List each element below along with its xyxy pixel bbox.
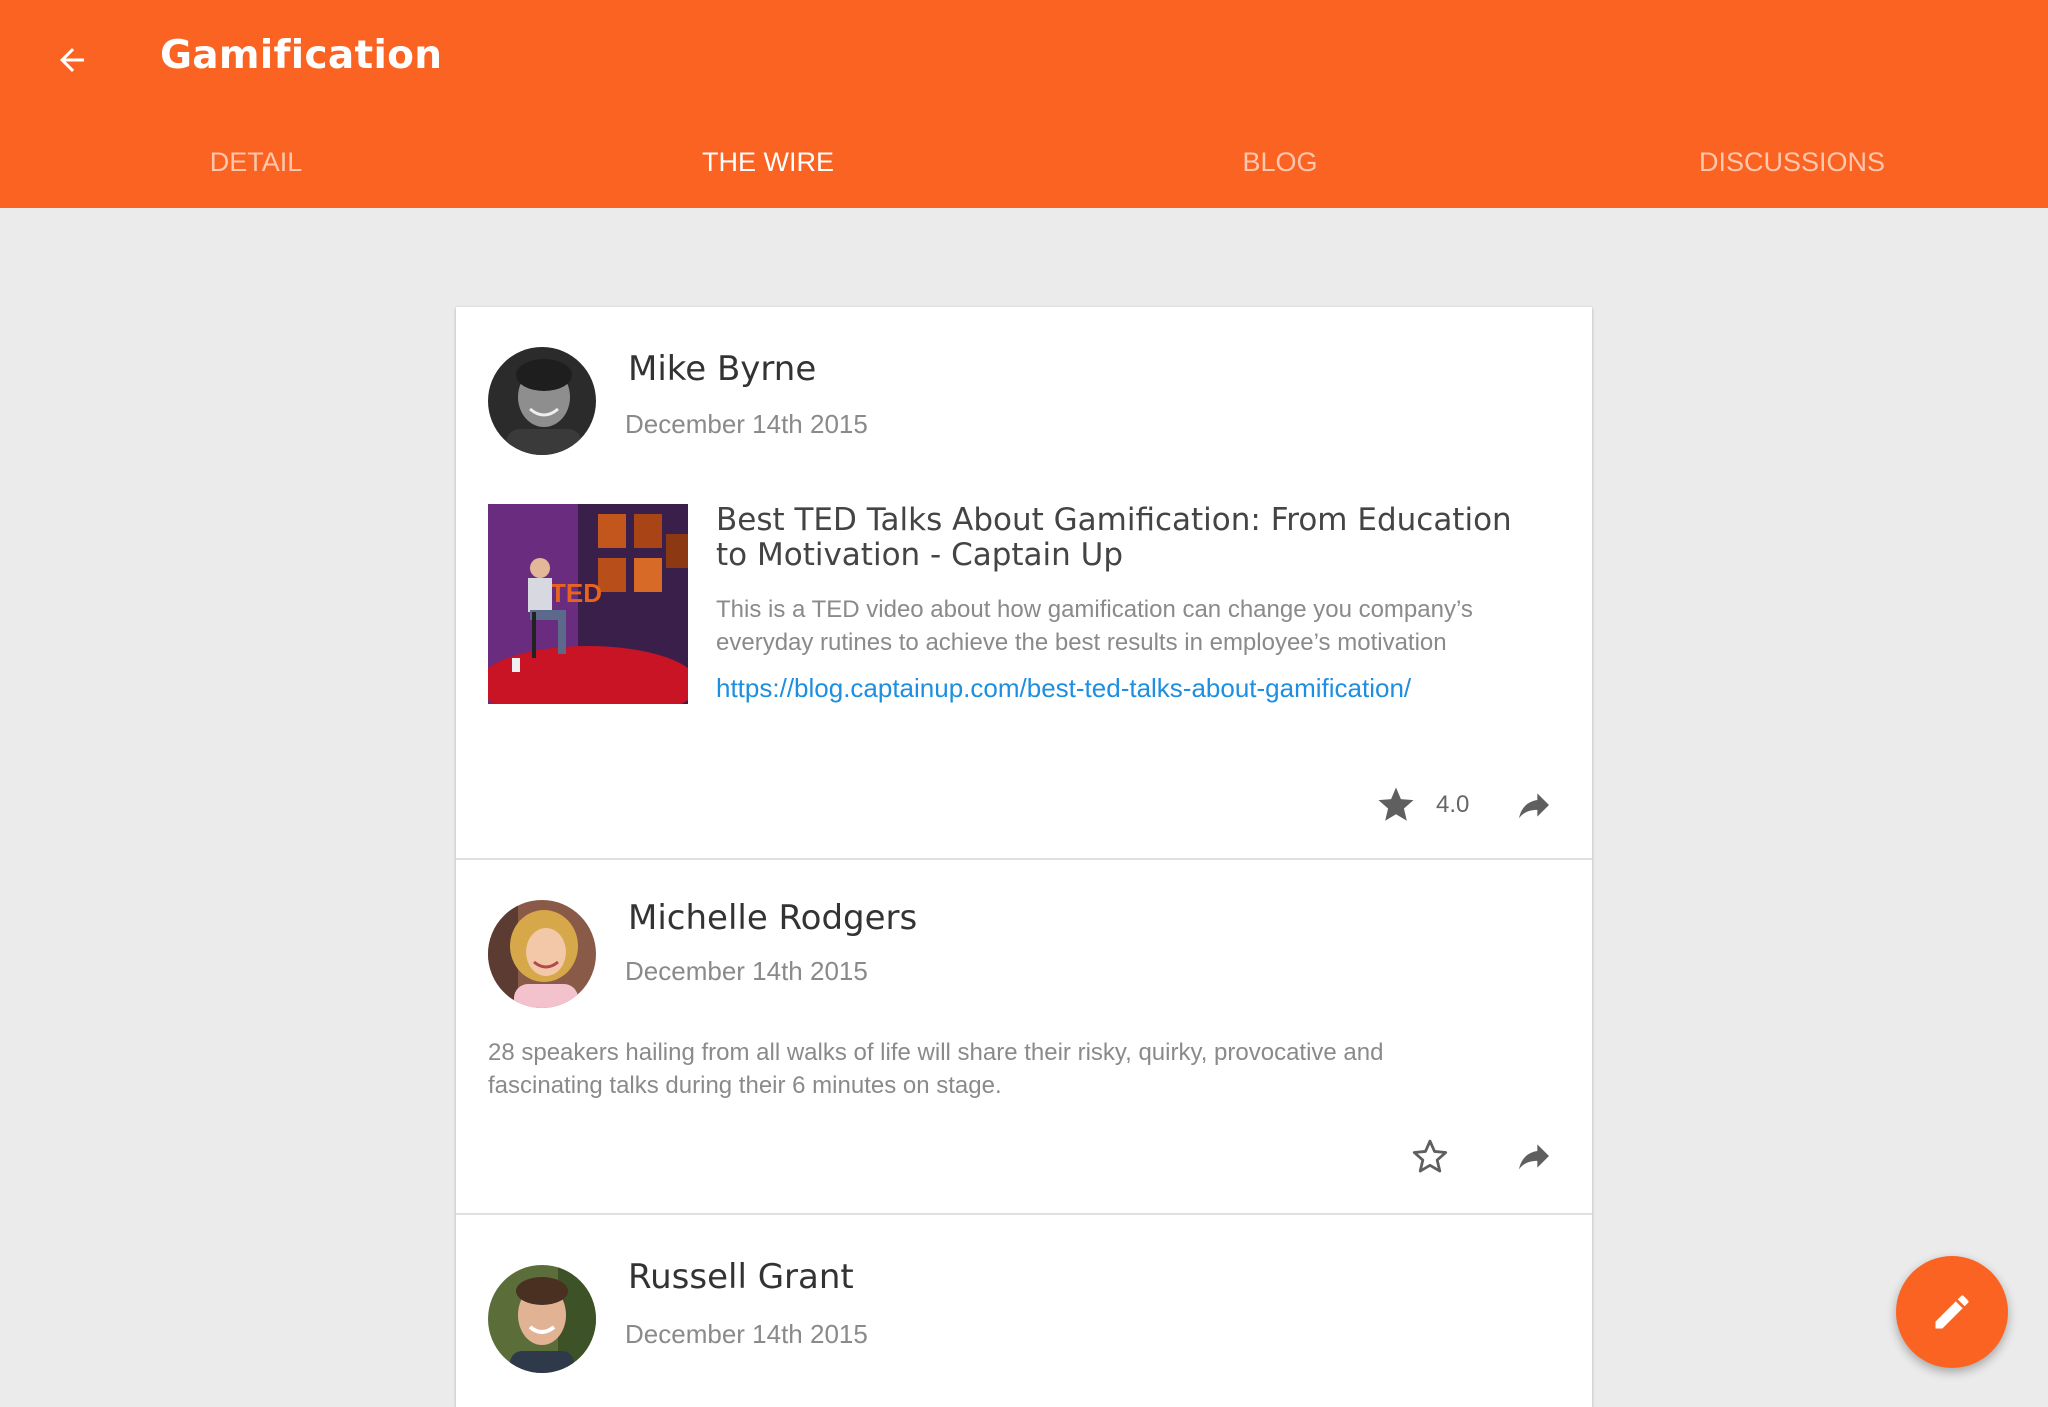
- post-item: Michelle Rodgers December 14th 2015 28 s…: [456, 860, 1592, 1214]
- arrow-back-icon: [60, 48, 84, 72]
- pencil-icon: [1935, 1295, 1969, 1329]
- wire-feed-card: Mike Byrne December 14th 2015 TED Best T…: [456, 307, 1592, 1407]
- rate-button[interactable]: [1374, 783, 1418, 827]
- post-item: Mike Byrne December 14th 2015 TED Best T…: [456, 307, 1592, 860]
- link-description: This is a TED video about how gamificati…: [716, 596, 1473, 656]
- share-icon: [1519, 793, 1549, 819]
- avatar-photo: [488, 347, 596, 455]
- tab-blog[interactable]: BLOG: [1024, 130, 1536, 194]
- post-date: December 14th 2015: [625, 956, 868, 986]
- thumbnail-text: TED: [550, 578, 602, 608]
- compose-fab[interactable]: [1896, 1256, 2008, 1368]
- avatar[interactable]: [488, 347, 596, 455]
- rate-button[interactable]: [1408, 1134, 1452, 1178]
- tab-detail[interactable]: DETAIL: [0, 130, 512, 194]
- star-outline-icon: [1412, 1139, 1448, 1173]
- back-button[interactable]: [46, 34, 98, 86]
- avatar-photo: [488, 900, 596, 1008]
- rating-value: 4.0: [1436, 791, 1470, 818]
- app-bar: Gamification DETAIL THE WIRE BLOG DISCUS…: [0, 0, 2048, 208]
- avatar[interactable]: [488, 1265, 596, 1373]
- tab-the-wire[interactable]: THE WIRE: [512, 130, 1024, 194]
- avatar-photo: [488, 1265, 596, 1373]
- post-item: Russell Grant December 14th 2015: [456, 1215, 1592, 1407]
- author-name[interactable]: Michelle Rodgers: [628, 898, 917, 938]
- share-button[interactable]: [1512, 1134, 1556, 1178]
- star-filled-icon: [1378, 787, 1414, 821]
- tab-discussions[interactable]: DISCUSSIONS: [1536, 130, 2048, 194]
- tab-bar: DETAIL THE WIRE BLOG DISCUSSIONS: [0, 130, 2048, 194]
- link-url[interactable]: https://blog.captainup.com/best-ted-talk…: [716, 673, 1411, 704]
- link-title[interactable]: Best TED Talks About Gamification: From …: [716, 503, 1536, 573]
- author-name[interactable]: Mike Byrne: [628, 349, 816, 389]
- author-name[interactable]: Russell Grant: [628, 1257, 854, 1297]
- post-date: December 14th 2015: [625, 1319, 868, 1349]
- page-title: Gamification: [160, 33, 443, 78]
- post-text: 28 speakers hailing from all walks of li…: [488, 1039, 1384, 1099]
- share-icon: [1519, 1144, 1549, 1170]
- post-date: December 14th 2015: [625, 409, 868, 439]
- share-button[interactable]: [1512, 783, 1556, 827]
- link-thumbnail[interactable]: TED: [488, 504, 688, 704]
- avatar[interactable]: [488, 900, 596, 1008]
